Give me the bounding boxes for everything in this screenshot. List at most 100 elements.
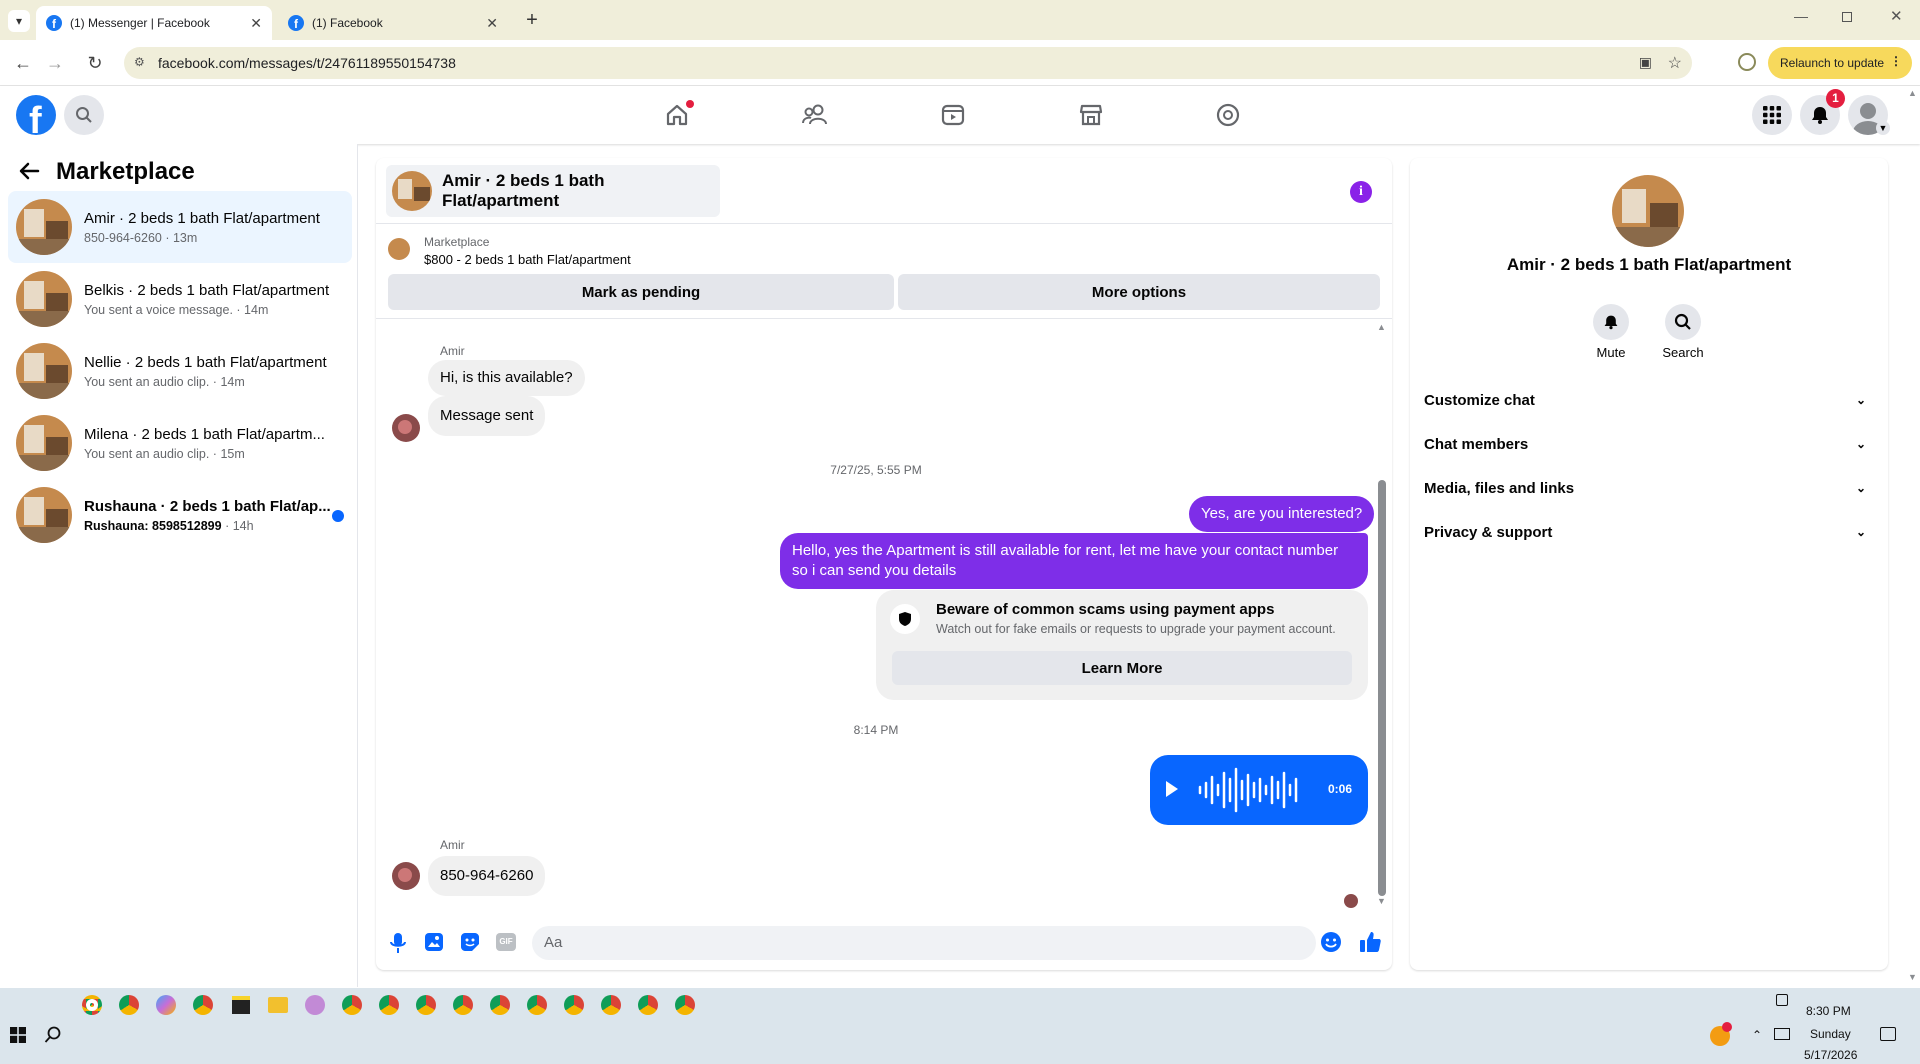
facebook-logo[interactable]: f	[16, 95, 56, 135]
tray-device-icon[interactable]	[1776, 994, 1788, 1006]
minimize-icon[interactable]: —	[1794, 8, 1808, 24]
page-scroll-up-icon[interactable]: ▲	[1908, 88, 1917, 98]
page-scroll-down-icon[interactable]: ▼	[1908, 972, 1917, 982]
install-app-icon[interactable]: ▣	[1639, 54, 1652, 71]
warning-text: Watch out for fake emails or requests to…	[936, 622, 1336, 636]
clock-time[interactable]: 8:30 PM	[1806, 1004, 1851, 1018]
taskbar-search-icon[interactable]	[44, 1026, 62, 1044]
conversation-item-amir[interactable]: Amir · 2 beds 1 bath Flat/apartment 850-9…	[8, 191, 352, 263]
mark-as-pending-button[interactable]: Mark as pending	[388, 274, 894, 310]
message-bubble-outgoing[interactable]: Hello, yes the Apartment is still availa…	[780, 533, 1368, 589]
tab-facebook[interactable]: f (1) Facebook ✕	[278, 6, 508, 40]
sender-avatar[interactable]	[392, 862, 420, 890]
forward-icon[interactable]: →	[44, 52, 66, 74]
close-tab-icon[interactable]: ✕	[486, 15, 498, 32]
message-input[interactable]: Aa	[532, 926, 1316, 960]
relaunch-button[interactable]: Relaunch to update ⋮	[1768, 47, 1912, 79]
scroll-up-icon[interactable]: ▲	[1377, 322, 1386, 332]
menu-dots-icon[interactable]: ⋮	[1890, 54, 1902, 68]
new-tab-button[interactable]: +	[520, 8, 544, 32]
chrome-icon[interactable]	[82, 995, 102, 1015]
conversation-item-belkis[interactable]: Belkis · 2 beds 1 bath Flat/apartment You…	[8, 263, 352, 335]
sticky-notes-icon[interactable]	[232, 996, 250, 1014]
message-bubble[interactable]: Hi, is this available?	[428, 360, 585, 396]
video-icon[interactable]	[938, 100, 968, 130]
message-bubble[interactable]: 850-964-6260	[428, 856, 546, 896]
chrome-icon[interactable]	[193, 995, 213, 1015]
conversation-item-nellie[interactable]: Nellie · 2 beds 1 bath Flat/apartment You…	[8, 335, 352, 407]
home-icon[interactable]	[662, 100, 694, 130]
chrome-icon[interactable]	[638, 995, 658, 1015]
notification-center-icon[interactable]	[1880, 1027, 1896, 1041]
learn-more-button[interactable]: Learn More	[892, 651, 1352, 685]
address-bar[interactable]: ⚙ facebook.com/messages/t/24761189550154…	[124, 47, 1692, 79]
search-icon[interactable]	[64, 95, 104, 135]
profile-icon[interactable]	[1738, 53, 1756, 71]
message-timestamp: 8:14 PM	[853, 723, 899, 737]
message-bubble-outgoing[interactable]: Yes, are you interested?	[1189, 496, 1375, 532]
back-arrow-icon[interactable]	[18, 160, 40, 182]
back-icon[interactable]: ←	[12, 52, 34, 74]
customize-chat-section[interactable]: Customize chat ⌄	[1424, 378, 1874, 422]
messages-scrollbar[interactable]	[1378, 480, 1386, 896]
chat-members-section[interactable]: Chat members ⌄	[1424, 422, 1874, 466]
conversation-preview: You sent a voice message. · 14m	[84, 302, 269, 317]
chrome-icon[interactable]	[453, 995, 473, 1015]
gif-icon[interactable]: GIF	[496, 933, 516, 951]
snipping-tool-icon[interactable]	[305, 995, 325, 1015]
section-label: Media, files and links	[1424, 479, 1575, 497]
restore-icon[interactable]	[1842, 12, 1852, 22]
sticker-icon[interactable]	[460, 932, 480, 952]
clock-date[interactable]: 5/17/2026	[1804, 1048, 1857, 1062]
menu-grid-icon[interactable]	[1752, 95, 1792, 135]
network-icon[interactable]	[1774, 1028, 1790, 1040]
microphone-icon[interactable]	[388, 932, 408, 954]
voice-message[interactable]: 0:06	[1150, 755, 1368, 825]
copilot-icon[interactable]	[156, 995, 176, 1015]
close-window-icon[interactable]: ✕	[1890, 7, 1903, 25]
emoji-icon[interactable]	[1320, 931, 1342, 953]
chrome-icon[interactable]	[416, 995, 436, 1015]
tray-chevron-icon[interactable]: ⌃	[1752, 1028, 1762, 1042]
conversation-item-milena[interactable]: Milena · 2 beds 1 bath Flat/apartm... You…	[8, 407, 352, 479]
tab-messenger[interactable]: f (1) Messenger | Facebook ✕	[36, 6, 272, 40]
marketplace-icon[interactable]	[1076, 100, 1106, 130]
site-info-icon[interactable]: ⚙	[134, 55, 145, 69]
tab-list-button[interactable]: ▾	[8, 10, 30, 32]
chrome-icon[interactable]	[601, 995, 621, 1015]
listing-summary[interactable]: $800 - 2 beds 1 bath Flat/apartment	[424, 252, 631, 267]
more-options-button[interactable]: More options	[898, 274, 1380, 310]
start-windows-icon[interactable]	[10, 1027, 26, 1043]
chrome-icon[interactable]	[564, 995, 584, 1015]
gaming-icon[interactable]	[1213, 100, 1243, 130]
chrome-icon[interactable]	[119, 995, 139, 1015]
bookmark-star-icon[interactable]: ☆	[1668, 53, 1682, 73]
conversation-item-rushauna[interactable]: Rushauna · 2 beds 1 bath Flat/ap... Rusha…	[8, 479, 352, 551]
play-icon[interactable]	[1166, 781, 1178, 797]
reload-icon[interactable]: ↻	[84, 52, 106, 74]
listing-thumbnail	[16, 271, 72, 327]
chrome-icon[interactable]	[342, 995, 362, 1015]
chrome-icon[interactable]	[490, 995, 510, 1015]
scroll-down-icon[interactable]: ▼	[1377, 896, 1386, 906]
clock-day[interactable]: Sunday	[1810, 1027, 1851, 1041]
section-label: Customize chat	[1424, 391, 1535, 409]
account-chevron-icon[interactable]: ▼	[1876, 121, 1890, 135]
photo-icon[interactable]	[424, 932, 444, 952]
search-icon[interactable]	[1665, 304, 1701, 340]
close-tab-icon[interactable]: ✕	[250, 15, 262, 32]
file-explorer-icon[interactable]	[268, 997, 288, 1013]
message-bubble[interactable]: Message sent	[428, 396, 546, 436]
like-icon[interactable]	[1358, 930, 1382, 954]
conversation-name: Amir · 2 beds 1 bath Flat/apartment	[84, 209, 320, 227]
chat-header[interactable]: Amir · 2 beds 1 bath Flat/apartment	[386, 165, 720, 217]
chrome-icon[interactable]	[527, 995, 547, 1015]
info-icon[interactable]: i	[1350, 181, 1372, 203]
privacy-support-section[interactable]: Privacy & support ⌄	[1424, 510, 1874, 554]
media-files-links-section[interactable]: Media, files and links ⌄	[1424, 466, 1874, 510]
chrome-icon[interactable]	[379, 995, 399, 1015]
sender-avatar[interactable]	[392, 414, 420, 442]
mute-bell-icon[interactable]	[1593, 304, 1629, 340]
chrome-icon[interactable]	[675, 995, 695, 1015]
friends-icon[interactable]	[800, 100, 830, 130]
